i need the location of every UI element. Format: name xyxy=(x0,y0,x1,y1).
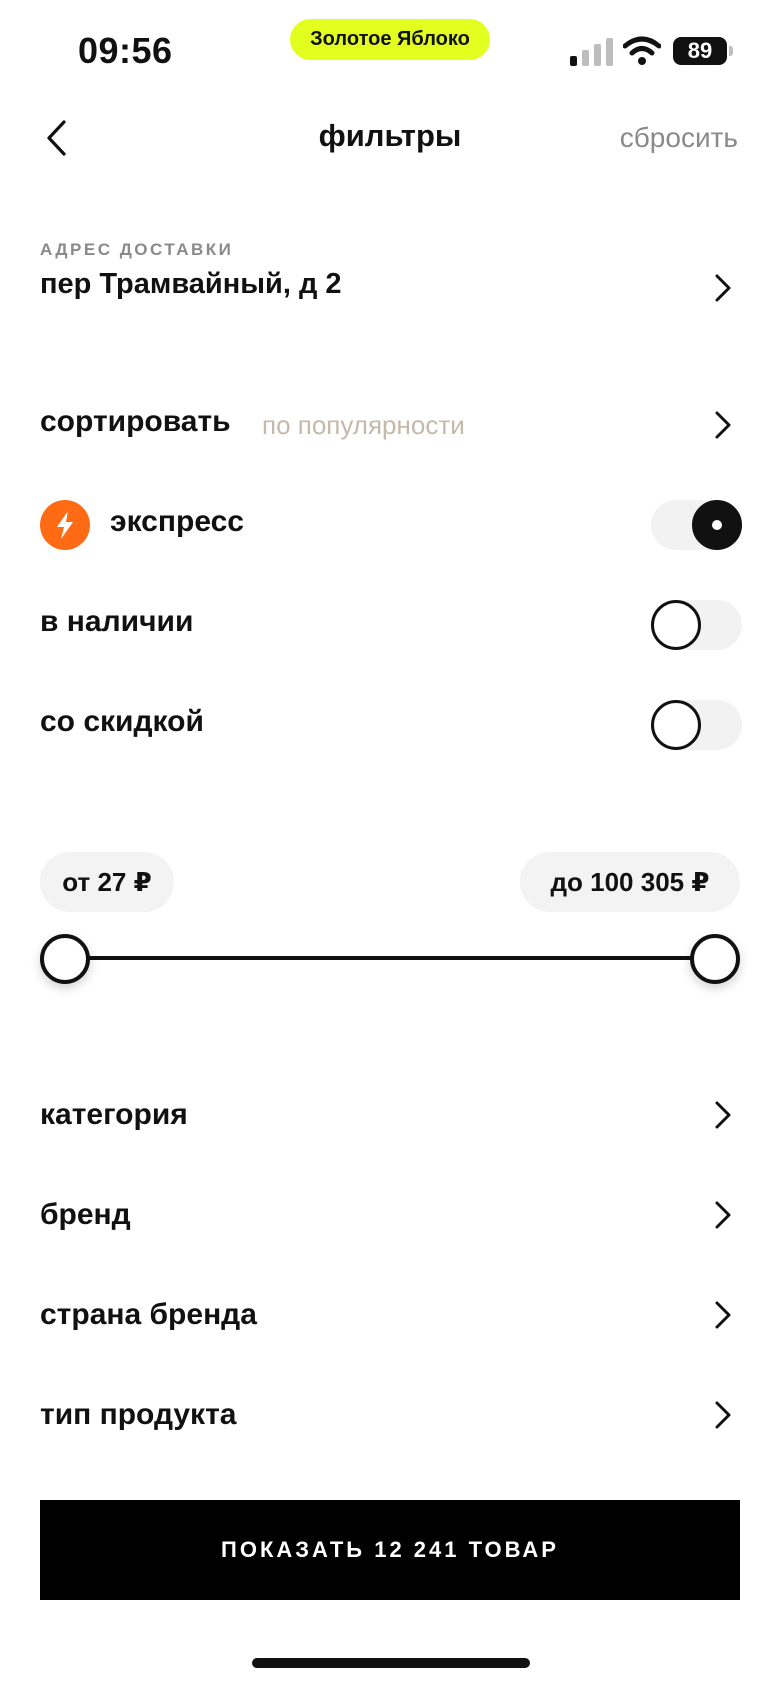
price-slider-min-handle[interactable] xyxy=(40,934,90,984)
toggle-label-discount: со скидкой xyxy=(40,705,204,738)
toggle-express[interactable] xyxy=(651,500,742,550)
show-results-button[interactable]: ПОКАЗАТЬ 12 241 ТОВАР xyxy=(40,1500,740,1600)
filter-label: тип продукта xyxy=(40,1398,237,1431)
toggle-label-express: экспресс xyxy=(110,505,244,538)
price-max-chip[interactable]: до 100 305 ₽ xyxy=(520,852,740,912)
toggle-in-stock[interactable] xyxy=(651,600,742,650)
sort-label: сортировать xyxy=(40,405,231,438)
reset-button[interactable]: сбросить xyxy=(620,122,738,154)
express-badge xyxy=(40,500,90,550)
address-caption: АДРЕС ДОСТАВКИ xyxy=(40,240,234,259)
address-value: пер Трамвайный, д 2 xyxy=(40,268,342,300)
price-slider-max-handle[interactable] xyxy=(690,934,740,984)
chevron-right-icon xyxy=(715,1301,731,1329)
filter-label: бренд xyxy=(40,1198,131,1231)
filter-label: страна бренда xyxy=(40,1298,257,1331)
dynamic-island-pill[interactable]: Золотое Яблоко xyxy=(290,19,490,60)
chevron-right-icon xyxy=(715,1401,731,1429)
signal-icon xyxy=(570,38,613,66)
toggle-discount[interactable] xyxy=(651,700,742,750)
price-min-chip[interactable]: от 27 ₽ xyxy=(40,852,174,912)
battery-cap xyxy=(729,46,733,56)
toggle-knob xyxy=(651,600,701,650)
status-time: 09:56 xyxy=(78,30,173,71)
toggle-knob xyxy=(692,500,742,550)
lightning-icon xyxy=(57,511,73,539)
chevron-right-icon xyxy=(715,274,731,302)
toggle-label-in-stock: в наличии xyxy=(40,605,194,638)
home-indicator[interactable] xyxy=(252,1658,530,1668)
price-slider-track xyxy=(64,956,716,960)
battery-level: 89 xyxy=(673,37,727,65)
sort-value: по популярности xyxy=(262,410,465,440)
filter-label: категория xyxy=(40,1098,188,1131)
battery-indicator: 89 xyxy=(673,37,733,65)
chevron-right-icon xyxy=(715,1201,731,1229)
chevron-right-icon xyxy=(715,1101,731,1129)
chevron-right-icon xyxy=(715,411,731,439)
wifi-icon xyxy=(623,36,661,65)
toggle-knob xyxy=(651,700,701,750)
